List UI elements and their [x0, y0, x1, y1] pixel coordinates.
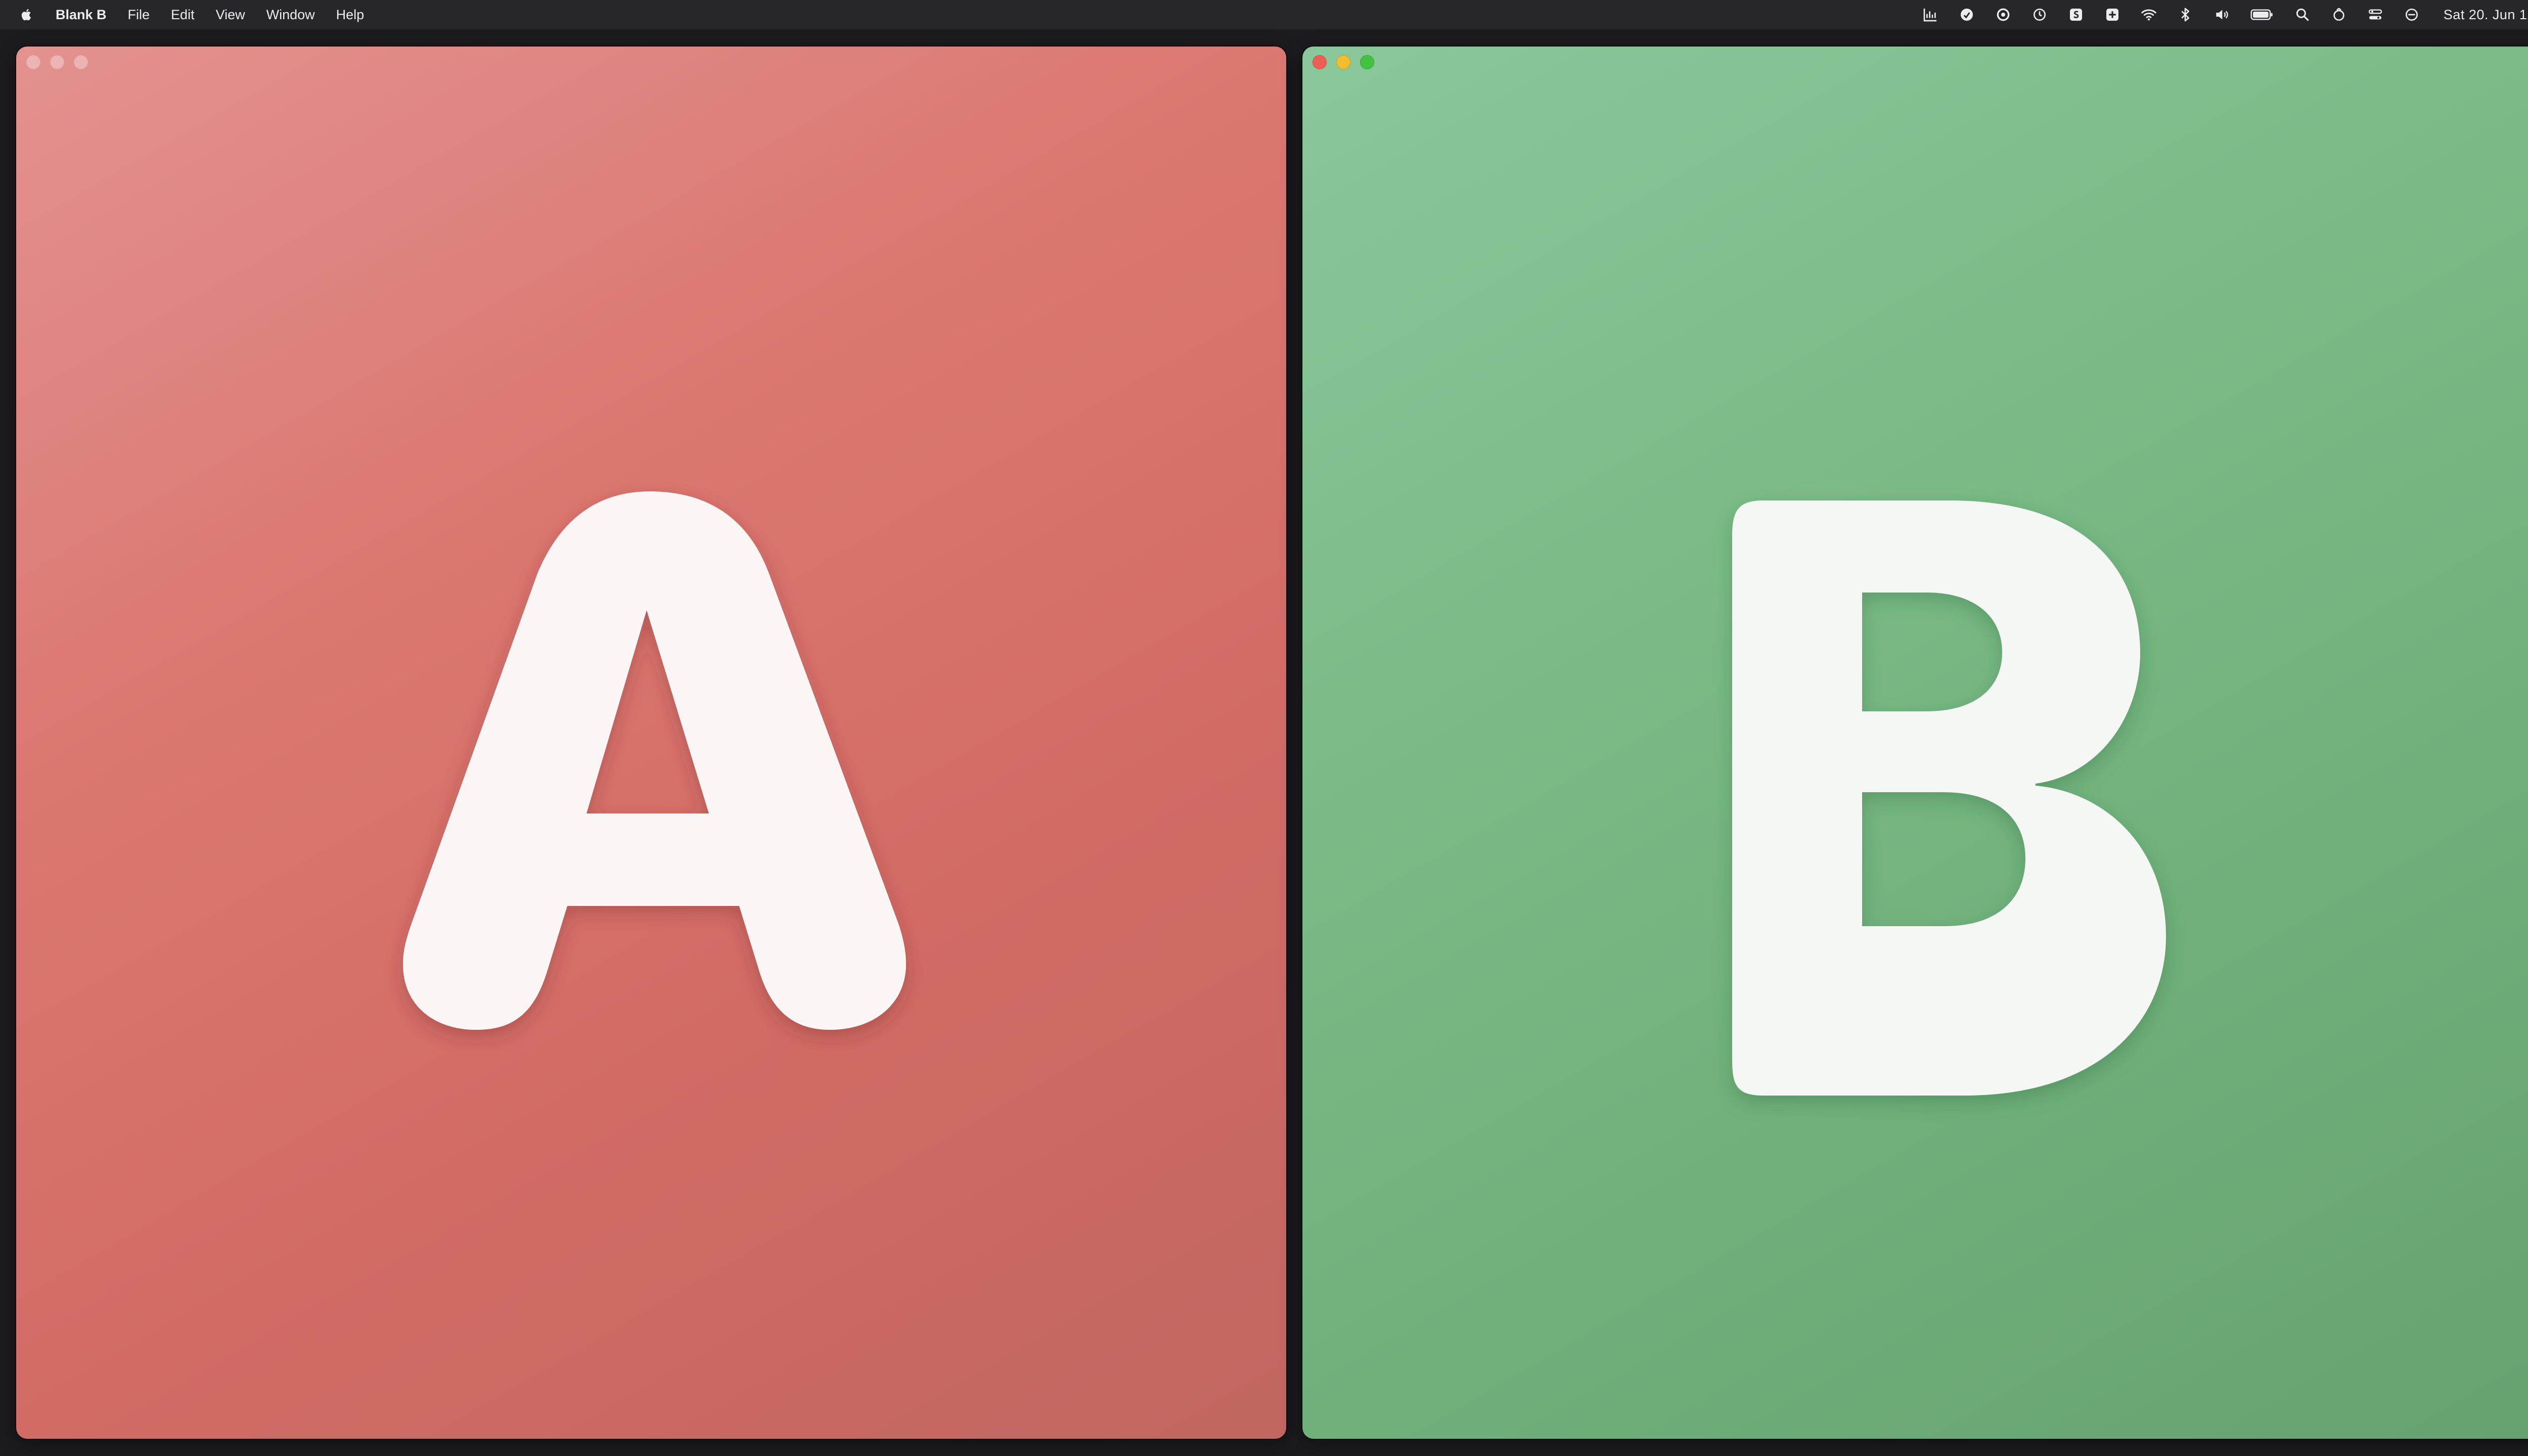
menu-bar-clock[interactable]: Sat 20. Jun 12 30 16	[2444, 7, 2528, 23]
menu-bar-status: Sat 20. Jun 12 30 16	[1922, 6, 2528, 23]
letter-a-glyph: A	[403, 491, 906, 1030]
desktop: Blank B File Edit View Window Help Sat 2…	[0, 0, 2528, 1456]
app-name-menu[interactable]: Blank B	[56, 7, 107, 23]
timemachine-icon[interactable]	[2031, 6, 2048, 23]
menu-window[interactable]: Window	[266, 7, 315, 23]
window-b[interactable]: B	[1302, 47, 2528, 1439]
window-a-content: A	[16, 47, 1286, 1439]
apple-menu-icon[interactable]	[19, 7, 34, 22]
menu-file[interactable]: File	[128, 7, 150, 23]
battery-icon[interactable]	[2249, 6, 2275, 23]
volume-icon[interactable]	[2213, 6, 2230, 23]
menu-view[interactable]: View	[216, 7, 245, 23]
wifi-icon[interactable]	[2140, 6, 2157, 23]
menu-bar-left: Blank B File Edit View Window Help	[19, 7, 364, 23]
control-center-icon[interactable]	[2367, 6, 2384, 23]
window-a[interactable]: A	[16, 47, 1286, 1439]
menu-help[interactable]: Help	[336, 7, 365, 23]
plus-square-icon[interactable]	[2104, 6, 2121, 23]
activity-monitor-icon[interactable]	[1922, 6, 1939, 23]
scrobbles-icon[interactable]	[2067, 6, 2085, 23]
bluetooth-icon[interactable]	[2177, 6, 2194, 23]
spotlight-icon[interactable]	[2294, 6, 2311, 23]
focus-icon[interactable]	[2403, 6, 2420, 23]
menu-edit[interactable]: Edit	[171, 7, 195, 23]
menu-bar: Blank B File Edit View Window Help Sat 2…	[0, 0, 2528, 29]
moon-app-icon[interactable]	[1958, 6, 1975, 23]
letter-b-glyph: B	[1732, 500, 2166, 1096]
siri-icon[interactable]	[2330, 6, 2348, 23]
window-b-content: B	[1302, 47, 2528, 1439]
arc-icon[interactable]	[1995, 6, 2012, 23]
